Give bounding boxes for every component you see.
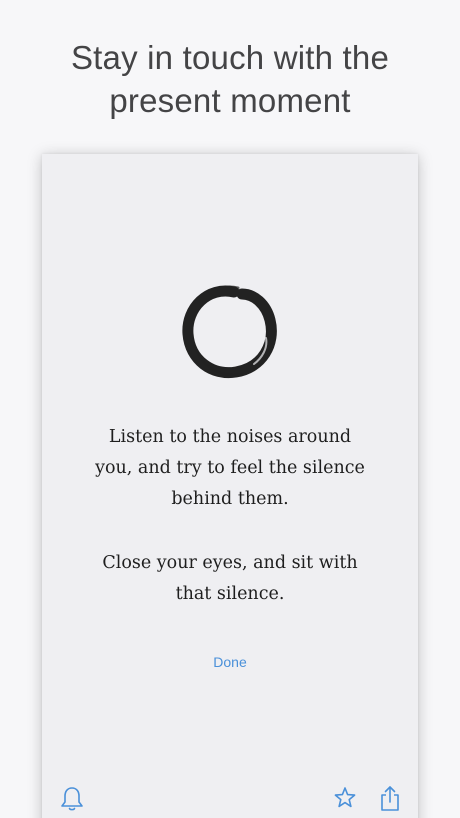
message-2-line-1: Close your eyes, and sit with xyxy=(102,553,358,573)
bell-icon[interactable] xyxy=(59,784,85,812)
app-preview-card: Listen to the noises around you, and try… xyxy=(42,154,418,818)
share-icon[interactable] xyxy=(377,784,403,812)
done-button[interactable]: Done xyxy=(42,654,418,670)
message-paragraph-1: Listen to the noises around you, and try… xyxy=(42,422,418,515)
message-1-line-1: Listen to the noises around xyxy=(108,427,352,447)
headline-line-2: present moment xyxy=(109,82,351,119)
message-1-line-2: you, and try to feel the silence xyxy=(95,458,365,478)
message-paragraph-2: Close your eyes, and sit with that silen… xyxy=(42,548,418,610)
message-2-line-2: that silence. xyxy=(175,584,285,604)
star-icon[interactable] xyxy=(332,784,358,812)
screen: Stay in touch with the present moment Li… xyxy=(0,0,460,818)
message-1-line-3: behind them. xyxy=(171,489,289,509)
headline-line-1: Stay in touch with the xyxy=(70,39,390,76)
headline: Stay in touch with the present moment xyxy=(0,36,460,122)
enso-circle-icon xyxy=(182,285,277,379)
